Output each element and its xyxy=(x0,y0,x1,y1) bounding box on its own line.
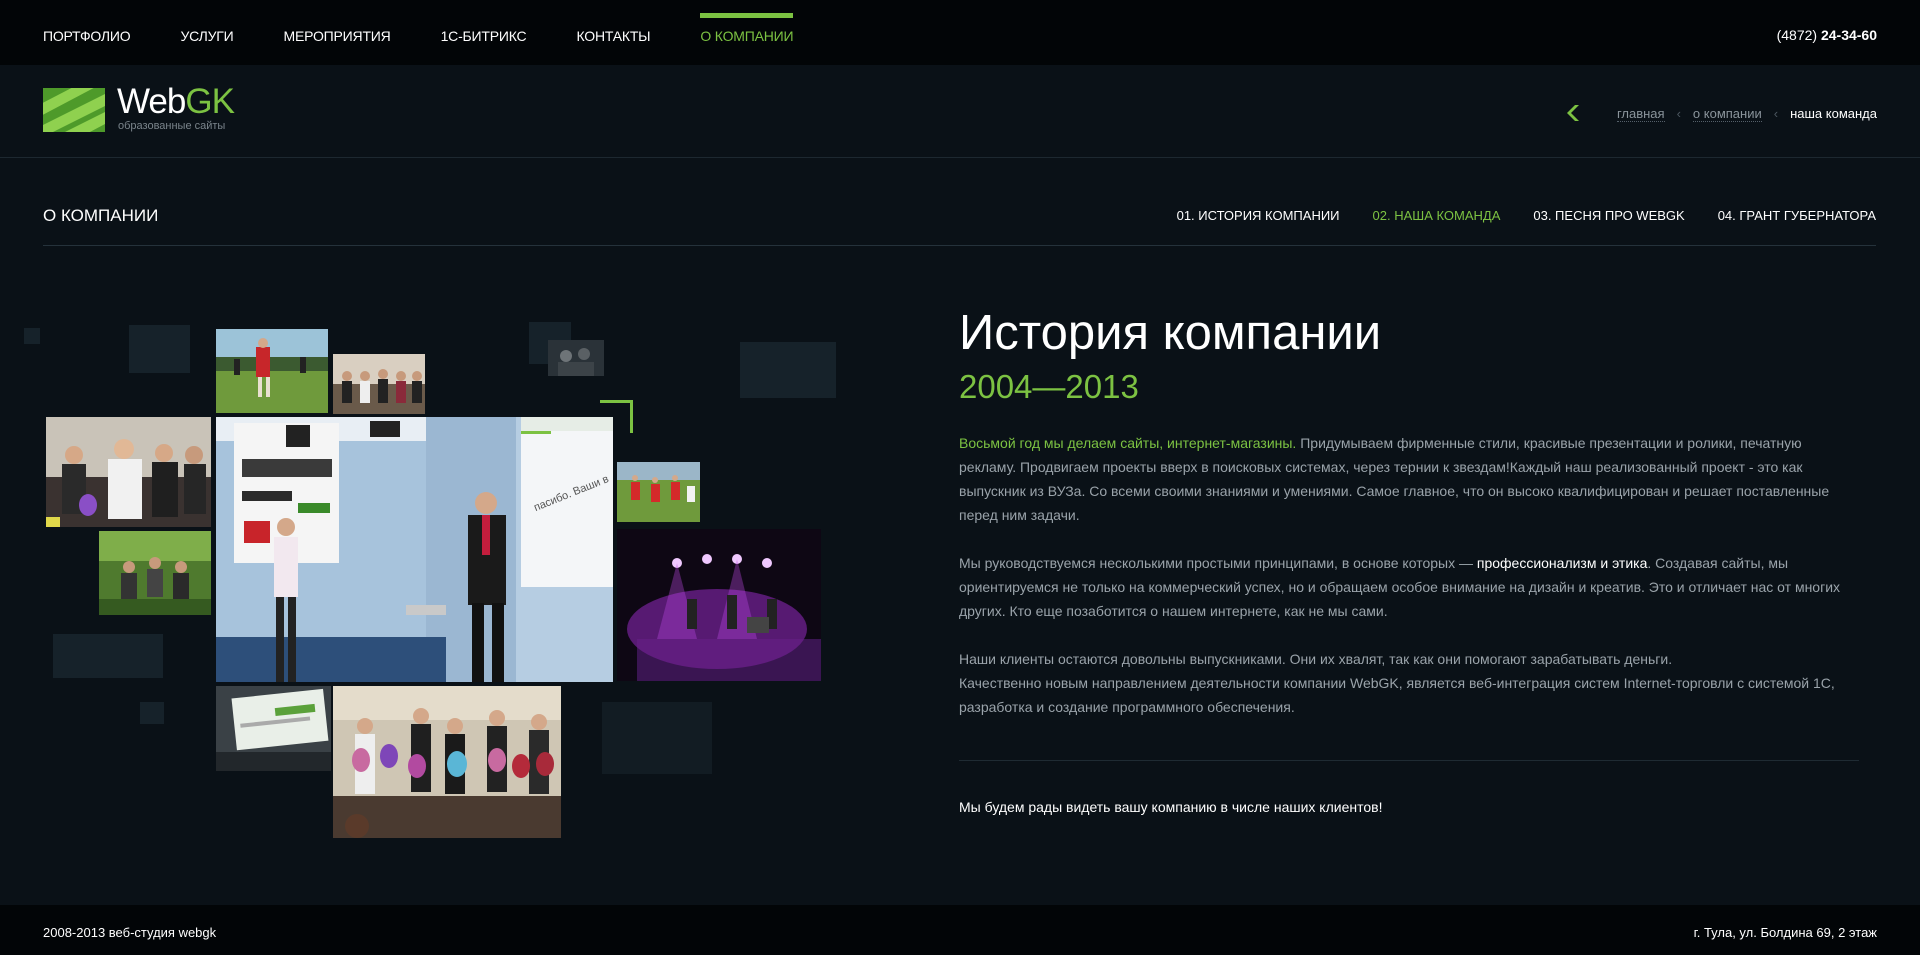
breadcrumb-separator: ‹ xyxy=(1773,106,1779,121)
nav-item-contacts[interactable]: КОНТАКТЫ xyxy=(576,0,650,65)
call-to-action: Мы будем рады видеть вашу компанию в чис… xyxy=(959,799,1383,815)
subnav-song[interactable]: 03. ПЕСНЯ ПРО WEBGK xyxy=(1533,208,1684,223)
football-photo[interactable] xyxy=(216,329,328,413)
logo-gk: GK xyxy=(185,82,235,121)
outdoor-group-photo[interactable] xyxy=(99,531,211,615)
nav-item-portfolio[interactable]: ПОРТФОЛИО xyxy=(43,0,131,65)
presentation-photo[interactable]: пасибо. Ваши в xyxy=(216,417,613,682)
main-content: История компании 2004—2013 Восьмой год м… xyxy=(959,305,1859,815)
nav-item-about[interactable]: О КОМПАНИИ xyxy=(700,0,794,65)
principles-text-start: Мы руководствуемся несколькими простыми … xyxy=(959,555,1477,571)
photo-collage: пасибо. Ваши в xyxy=(0,300,900,860)
main-menu: ПОРТФОЛИО УСЛУГИ МЕРОПРИЯТИЯ 1С-БИТРИКС … xyxy=(43,0,843,65)
phone-number: (4872) 24-34-60 xyxy=(1777,27,1877,43)
footer-copyright: 2008-2013 веб-студия webgk xyxy=(43,925,217,940)
clients-line-2: Качественно новым направлением деятельно… xyxy=(959,675,1835,715)
paragraph-clients: Наши клиенты остаются довольны выпускник… xyxy=(959,647,1859,719)
clients-line-1: Наши клиенты остаются довольны выпускник… xyxy=(959,651,1673,667)
phone-code: (4872) xyxy=(1776,27,1818,43)
breadcrumb-current: наша команда xyxy=(1790,106,1877,121)
concert-photo[interactable] xyxy=(617,529,821,681)
decor-tile xyxy=(140,702,164,724)
site-header: WebGK образованные сайты главная ‹ о ком… xyxy=(0,65,1920,158)
breadcrumb-separator: ‹ xyxy=(1676,106,1681,121)
phone-digits: 24-34-60 xyxy=(1820,27,1877,43)
principles-highlight: профессионализм и этика xyxy=(1476,555,1648,571)
soccer-team-photo[interactable] xyxy=(617,462,700,522)
group-event-photo[interactable] xyxy=(333,354,425,414)
content-divider xyxy=(959,760,1859,761)
paragraph-principles: Мы руководствуемся несколькими простыми … xyxy=(959,551,1859,623)
party-photo[interactable] xyxy=(46,417,211,527)
subnav-history[interactable]: 01. ИСТОРИЯ КОМПАНИИ xyxy=(1177,208,1340,223)
section-subnav: 01. ИСТОРИЯ КОМПАНИИ 02. НАША КОМАНДА 03… xyxy=(1144,208,1876,223)
back-arrow-icon[interactable] xyxy=(1565,105,1579,122)
decor-tile xyxy=(53,634,163,678)
intro-highlight: Восьмой год мы делаем сайты, интернет-ма… xyxy=(959,435,1297,451)
page-heading: История компании xyxy=(959,306,1382,360)
section-bar: О КОМПАНИИ 01. ИСТОРИЯ КОМПАНИИ 02. НАША… xyxy=(43,158,1876,246)
logo-text: WebGK xyxy=(117,82,235,122)
site-footer: 2008-2013 веб-студия webgk г. Тула, ул. … xyxy=(0,905,1920,955)
laptop-photo[interactable] xyxy=(216,686,331,771)
paragraph-intro: Восьмой год мы делаем сайты, интернет-ма… xyxy=(959,431,1859,527)
balloons-photo[interactable] xyxy=(333,686,561,838)
decor-tile xyxy=(129,325,190,373)
section-title: О КОМПАНИИ xyxy=(43,206,159,225)
small-dark-photo[interactable] xyxy=(548,340,604,376)
breadcrumb-about[interactable]: о компании xyxy=(1692,106,1762,122)
nav-item-bitrix[interactable]: 1С-БИТРИКС xyxy=(441,0,527,65)
logo[interactable]: WebGK образованные сайты xyxy=(43,82,243,136)
years-range: 2004—2013 xyxy=(959,368,1139,405)
logo-mark-icon xyxy=(43,88,105,132)
decor-tile xyxy=(24,328,40,344)
logo-web: Web xyxy=(117,82,186,121)
footer-address: г. Тула, ул. Болдина 69, 2 этаж xyxy=(1693,925,1877,940)
breadcrumb: главная ‹ о компании ‹ наша команда xyxy=(1565,105,1877,122)
top-navigation: ПОРТФОЛИО УСЛУГИ МЕРОПРИЯТИЯ 1С-БИТРИКС … xyxy=(0,0,1920,65)
breadcrumb-home[interactable]: главная xyxy=(1616,106,1665,122)
logo-tagline: образованные сайты xyxy=(118,120,226,132)
decor-tile xyxy=(740,342,836,398)
subnav-grant[interactable]: 04. ГРАНТ ГУБЕРНАТОРА xyxy=(1718,208,1876,223)
decor-tile xyxy=(602,702,712,774)
nav-item-services[interactable]: УСЛУГИ xyxy=(180,0,233,65)
subnav-team[interactable]: 02. НАША КОМАНДА xyxy=(1373,208,1501,223)
nav-item-events[interactable]: МЕРОПРИЯТИЯ xyxy=(284,0,391,65)
